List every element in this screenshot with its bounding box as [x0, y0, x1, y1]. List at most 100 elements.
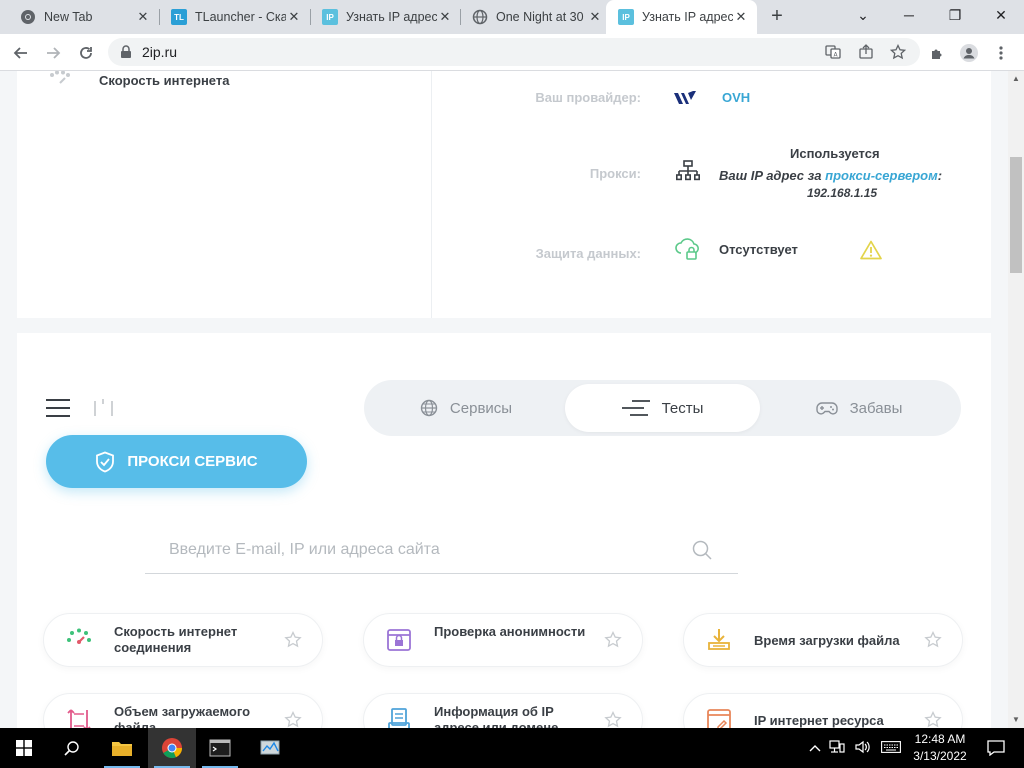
folder-icon — [112, 742, 132, 756]
proxy-description: Ваш IP адрес за прокси-сервером: — [719, 168, 942, 183]
profile-avatar[interactable] — [957, 41, 981, 65]
tab-fun[interactable]: Забавы — [761, 384, 957, 432]
notifications-button[interactable] — [972, 728, 1020, 768]
tab-title: Узнать IP адрес — [642, 10, 733, 24]
translate-icon[interactable]: A — [823, 42, 843, 62]
ip-info-card: Скорость интернета Ваш провайдер: OVH Пр… — [17, 71, 991, 318]
scrollbar-thumb[interactable] — [1010, 157, 1022, 273]
tile-web-resource-ip[interactable]: IP интернет ресурса — [683, 693, 963, 728]
favorite-star-icon[interactable] — [604, 631, 622, 649]
system-tray — [806, 728, 906, 768]
ovh-logo-icon — [674, 91, 696, 104]
speed-test-link[interactable]: Скорость интернета — [47, 71, 229, 89]
tab-close-icon[interactable]: ✕ — [135, 9, 151, 25]
tile-label: Информация об IP адресе или домене — [434, 704, 559, 728]
proxy-service-label: ПРОКСИ СЕРВИС — [127, 453, 258, 470]
windows-taskbar: 12:48 AM 3/13/2022 — [0, 728, 1024, 768]
browser-toolbar: 2ip.ru A — [0, 34, 1024, 71]
proxy-server-link[interactable]: прокси-сервером — [825, 168, 938, 183]
favorite-star-icon[interactable] — [284, 631, 302, 649]
tab-new-tab[interactable]: New Tab ✕ — [8, 0, 159, 34]
tab-title: Узнать IP адрес — [346, 10, 437, 24]
tab-tlauncher[interactable]: TL TLauncher - Ска ✕ — [159, 0, 310, 34]
minimize-button[interactable]: ─ — [886, 0, 932, 30]
network-icon — [676, 160, 700, 181]
extensions-icon[interactable] — [925, 41, 949, 65]
search-box — [145, 528, 738, 574]
tab-close-icon[interactable]: ✕ — [286, 9, 302, 25]
card-divider — [431, 71, 432, 318]
proxy-text-prefix: Ваш IP адрес за — [719, 168, 826, 183]
web-resource-icon — [707, 709, 731, 728]
tab-services-label: Сервисы — [449, 399, 513, 417]
volume-icon[interactable] — [850, 740, 876, 757]
search-input[interactable] — [145, 528, 685, 572]
reload-button[interactable] — [73, 40, 99, 66]
scroll-down-icon[interactable]: ▼ — [1008, 712, 1024, 728]
network-tray-icon[interactable] — [824, 739, 850, 757]
proxy-label: Прокси: — [589, 166, 641, 181]
tile-anonymity-check[interactable]: Проверка анонимности — [363, 613, 643, 667]
cloud-lock-icon — [675, 238, 699, 260]
tab-ip-1[interactable]: IP Узнать IP адрес ✕ — [310, 0, 461, 34]
tile-label: IP интернет ресурса — [754, 713, 884, 728]
file-size-icon — [67, 709, 91, 728]
forward-button[interactable] — [40, 40, 66, 66]
scroll-up-icon[interactable]: ▲ — [1008, 71, 1024, 87]
app-taskbar-button[interactable] — [246, 728, 294, 768]
tile-download-time[interactable]: Время загрузки файла — [683, 613, 963, 667]
tab-tests[interactable]: Тесты — [565, 384, 760, 432]
tile-label: Скорость интернет соединения — [114, 624, 238, 655]
tile-speed-test[interactable]: Скорость интернет соединения — [43, 613, 323, 667]
ip-icon: IP — [322, 9, 338, 25]
favorite-star-icon[interactable] — [924, 631, 942, 649]
tab-one-night[interactable]: One Night at 30 ✕ — [460, 0, 611, 34]
back-button[interactable] — [8, 40, 34, 66]
provider-value[interactable]: OVH — [722, 90, 750, 105]
search-icon — [64, 741, 79, 756]
address-bar[interactable]: 2ip.ru A — [108, 38, 920, 66]
terminal-taskbar-button[interactable] — [196, 728, 244, 768]
url-text: 2ip.ru — [142, 44, 178, 60]
favorite-star-icon[interactable] — [604, 711, 622, 728]
services-card: Сервисы Тесты Забавы ПРОКСИ СЕРВИС Скоро… — [17, 333, 991, 728]
search-icon[interactable] — [692, 540, 712, 560]
chevron-up-icon[interactable] — [806, 741, 824, 755]
tab-close-icon[interactable]: ✕ — [437, 9, 453, 25]
keyboard-icon[interactable] — [876, 740, 906, 756]
chrome-icon — [20, 9, 36, 25]
warning-icon — [860, 240, 882, 260]
menu-kebab-icon[interactable] — [989, 41, 1013, 65]
proxy-service-button[interactable]: ПРОКСИ СЕРВИС — [46, 435, 307, 488]
tile-file-size[interactable]: Объем загружаемого файла — [43, 693, 323, 728]
tile-ip-info[interactable]: Информация об IP адресе или домене — [363, 693, 643, 728]
tile-label: Время загрузки файла — [754, 633, 900, 648]
tab-close-icon[interactable]: ✕ — [733, 9, 749, 25]
favorite-star-icon[interactable] — [284, 711, 302, 728]
taskbar-clock[interactable]: 12:48 AM 3/13/2022 — [905, 731, 975, 765]
favorite-star-icon[interactable] — [924, 711, 942, 728]
tlauncher-icon: TL — [171, 9, 187, 25]
site-logo-icon[interactable] — [93, 397, 115, 417]
tab-ip-active[interactable]: IP Узнать IP адрес ✕ — [606, 0, 757, 34]
taskbar-search-button[interactable] — [48, 728, 96, 768]
tab-close-icon[interactable]: ✕ — [587, 9, 603, 25]
page-scrollbar[interactable]: ▲ ▼ — [1008, 71, 1024, 728]
file-explorer-button[interactable] — [98, 728, 146, 768]
new-tab-button[interactable]: + — [764, 5, 790, 29]
start-button[interactable] — [0, 728, 48, 768]
tab-title: New Tab — [44, 10, 93, 24]
category-switcher: Сервисы Тесты Забавы — [364, 380, 961, 436]
restore-button[interactable]: ❐ — [932, 0, 978, 30]
tab-services[interactable]: Сервисы — [368, 384, 564, 432]
windows-logo-icon — [16, 740, 32, 756]
bookmark-star-icon[interactable] — [888, 42, 908, 62]
hamburger-menu-icon[interactable] — [46, 399, 70, 417]
ip-info-icon — [388, 708, 410, 728]
chrome-taskbar-button[interactable] — [148, 728, 196, 768]
tab-tests-label: Тесты — [661, 399, 704, 417]
share-icon[interactable] — [856, 42, 876, 62]
tab-search-button[interactable]: ⌄ — [840, 0, 886, 30]
page-viewport: Скорость интернета Ваш провайдер: OVH Пр… — [0, 71, 1008, 728]
close-window-button[interactable]: ✕ — [978, 0, 1024, 30]
